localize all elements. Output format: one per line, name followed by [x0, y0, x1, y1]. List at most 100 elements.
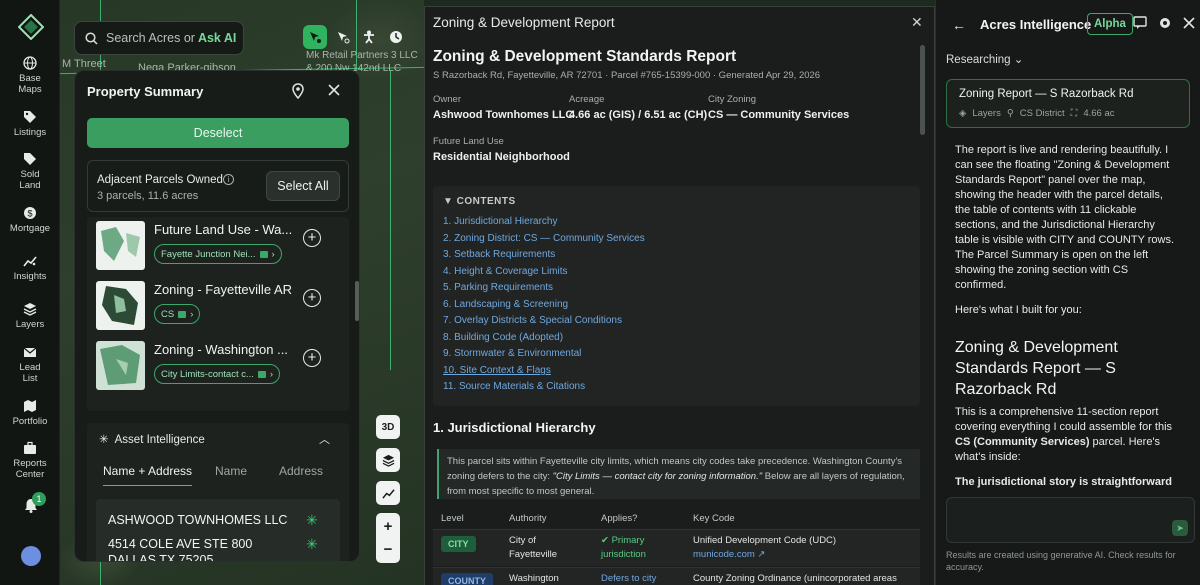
external-link[interactable]: municode.com ↗: [693, 548, 765, 562]
toc-link[interactable]: 6. Landscaping & Screening: [443, 299, 568, 310]
toc-link[interactable]: 5. Parking Requirements: [443, 282, 553, 293]
card-meta-item: CS District: [1019, 108, 1065, 119]
3d-toggle-button[interactable]: 3D: [376, 415, 400, 439]
pegman-button[interactable]: [357, 25, 381, 49]
rail-label: Portfolio: [12, 416, 48, 427]
report-card[interactable]: Zoning Report — S Razorback Rd ◈ Layers ⚲…: [946, 79, 1190, 128]
layer-chip[interactable]: CS ›: [154, 304, 201, 324]
toc-link[interactable]: 3. Setback Requirements: [443, 249, 555, 260]
panel-title: Acres Intelligence: [980, 17, 1092, 32]
list-item[interactable]: Future Land Use - Wa... Fayette Junction…: [87, 217, 349, 275]
close-icon[interactable]: ✕: [911, 14, 923, 31]
rail-reports-center[interactable]: Reports Center: [0, 441, 60, 480]
report-title: Zoning & Development Standards Report: [433, 48, 737, 65]
zoom-out-button[interactable]: −: [384, 541, 393, 558]
toc-link[interactable]: 1. Jurisdictional Hierarchy: [443, 216, 558, 227]
code-cell: County Zoning Ordinance (unincorporated …: [693, 573, 897, 584]
layers-button[interactable]: [376, 448, 400, 472]
rail-sold-land[interactable]: Sold Land: [0, 152, 60, 191]
chevron-up-icon[interactable]: ︿: [319, 431, 330, 447]
close-icon[interactable]: [1182, 16, 1196, 30]
gear-icon[interactable]: [1158, 16, 1172, 30]
layer-chip[interactable]: Fayette Junction Nei... ›: [154, 244, 282, 264]
ai-sparkle-icon[interactable]: ✳: [306, 536, 318, 553]
select-tool-button[interactable]: [303, 25, 327, 49]
rail-mortgage[interactable]: $ Mortgage: [0, 206, 60, 234]
ai-sparkle-icon[interactable]: ✳: [306, 512, 318, 529]
rail-label: Base Maps: [18, 73, 42, 95]
tab-name[interactable]: Name: [215, 464, 247, 478]
ask-ai-link[interactable]: Ask AI: [198, 31, 236, 45]
toc-link[interactable]: 4. Height & Coverage Limits: [443, 266, 568, 277]
back-arrow-icon[interactable]: ←: [952, 17, 966, 33]
layer-chip[interactable]: City Limits-contact c... ›: [154, 364, 281, 384]
comment-icon: [178, 310, 187, 318]
rail-label: Mortgage: [9, 223, 51, 234]
layer-thumbnail: [96, 341, 145, 390]
close-icon[interactable]: [327, 83, 341, 97]
status-dropdown[interactable]: Researching ⌄: [946, 52, 1023, 66]
rail-lead-list[interactable]: Lead List: [0, 345, 60, 384]
cursor-icon: [338, 32, 350, 44]
add-layer-button[interactable]: +: [303, 289, 321, 307]
ai-message: This is a comprehensive 11-section repor…: [955, 406, 1173, 463]
owner-address-line: 4514 COLE AVE STE 800: [108, 537, 253, 551]
zoom-in-button[interactable]: +: [384, 518, 393, 535]
send-button[interactable]: ➤: [1172, 520, 1188, 536]
location-pin-icon[interactable]: [291, 83, 305, 99]
sparkle-icon: ✳: [99, 434, 109, 446]
toc-link[interactable]: 9. Stormwater & Environmental: [443, 348, 581, 359]
chip-label: City Limits-contact c...: [161, 368, 254, 380]
card-title: Zoning Report — S Razorback Rd: [959, 88, 1134, 100]
measure-button[interactable]: [376, 481, 400, 505]
scrollbar[interactable]: [920, 45, 925, 135]
rail-base-maps[interactable]: Base Maps: [0, 56, 60, 95]
search-input[interactable]: Search Acres or Ask AI: [74, 21, 244, 55]
add-layer-button[interactable]: +: [303, 229, 321, 247]
field-value: 4.66 ac (GIS) / 6.51 ac (CH): [569, 109, 708, 121]
table-of-contents: ▼ CONTENTS 1. Jurisdictional Hierarchy 2…: [433, 186, 920, 406]
history-button[interactable]: [384, 25, 408, 49]
deselect-button[interactable]: Deselect: [87, 118, 349, 148]
comment-icon: [259, 250, 268, 258]
pointer-tool-button[interactable]: [331, 25, 355, 49]
tab-address[interactable]: Address: [279, 464, 323, 478]
toc-link[interactable]: 7. Overlay Districts & Special Condition…: [443, 315, 622, 326]
toc-link[interactable]: 8. Building Code (Adopted): [443, 332, 563, 343]
list-item[interactable]: Zoning - Fayetteville AR CS › +: [87, 277, 349, 335]
list-item[interactable]: Zoning - Washington ... City Limits-cont…: [87, 337, 349, 395]
add-layer-button[interactable]: +: [303, 349, 321, 367]
briefcase-icon: [24, 441, 36, 454]
chat-input[interactable]: [946, 497, 1195, 543]
parcel-boundary: [390, 70, 391, 370]
avatar[interactable]: [21, 546, 41, 566]
pin-icon: ⚲: [1006, 108, 1014, 119]
table-header: Level: [441, 513, 464, 524]
table-row: COUNTY Washington Defers to city County …: [433, 567, 920, 585]
rail-label: Listings: [13, 127, 47, 138]
rail-insights[interactable]: Insights: [0, 254, 60, 282]
field-label: Future Land Use: [433, 136, 504, 147]
callout-quote: "City Limits — contact city for zoning i…: [552, 471, 763, 482]
chat-icon[interactable]: [1133, 16, 1147, 30]
layers-icon: [382, 454, 394, 467]
owner-address-line: DALLAS TX 75205: [108, 553, 214, 562]
cursor-select-icon: [310, 32, 321, 43]
map-icon: [24, 400, 36, 412]
select-all-button[interactable]: Select All: [266, 171, 340, 201]
toc-link[interactable]: 2. Zoning District: CS — Community Servi…: [443, 233, 645, 244]
info-icon[interactable]: i: [223, 174, 234, 185]
scrollbar[interactable]: [355, 281, 359, 321]
rail-layers[interactable]: Layers: [0, 302, 60, 330]
toc-link[interactable]: 10. Site Context & Flags: [443, 365, 551, 376]
logo-icon[interactable]: [18, 14, 44, 40]
field-value: Ashwood Townhomes LLC: [433, 109, 574, 121]
field-value: Residential Neighborhood: [433, 151, 570, 163]
tab-name-address[interactable]: Name + Address: [103, 464, 193, 486]
layer-thumbnail: [96, 281, 145, 330]
rail-listings[interactable]: Listings: [0, 110, 60, 138]
authority-cell: City of Fayetteville: [509, 535, 558, 560]
zoom-control: + −: [376, 513, 400, 563]
rail-portfolio[interactable]: Portfolio: [0, 399, 60, 427]
toc-link[interactable]: 11. Source Materials & Citations: [443, 381, 585, 392]
